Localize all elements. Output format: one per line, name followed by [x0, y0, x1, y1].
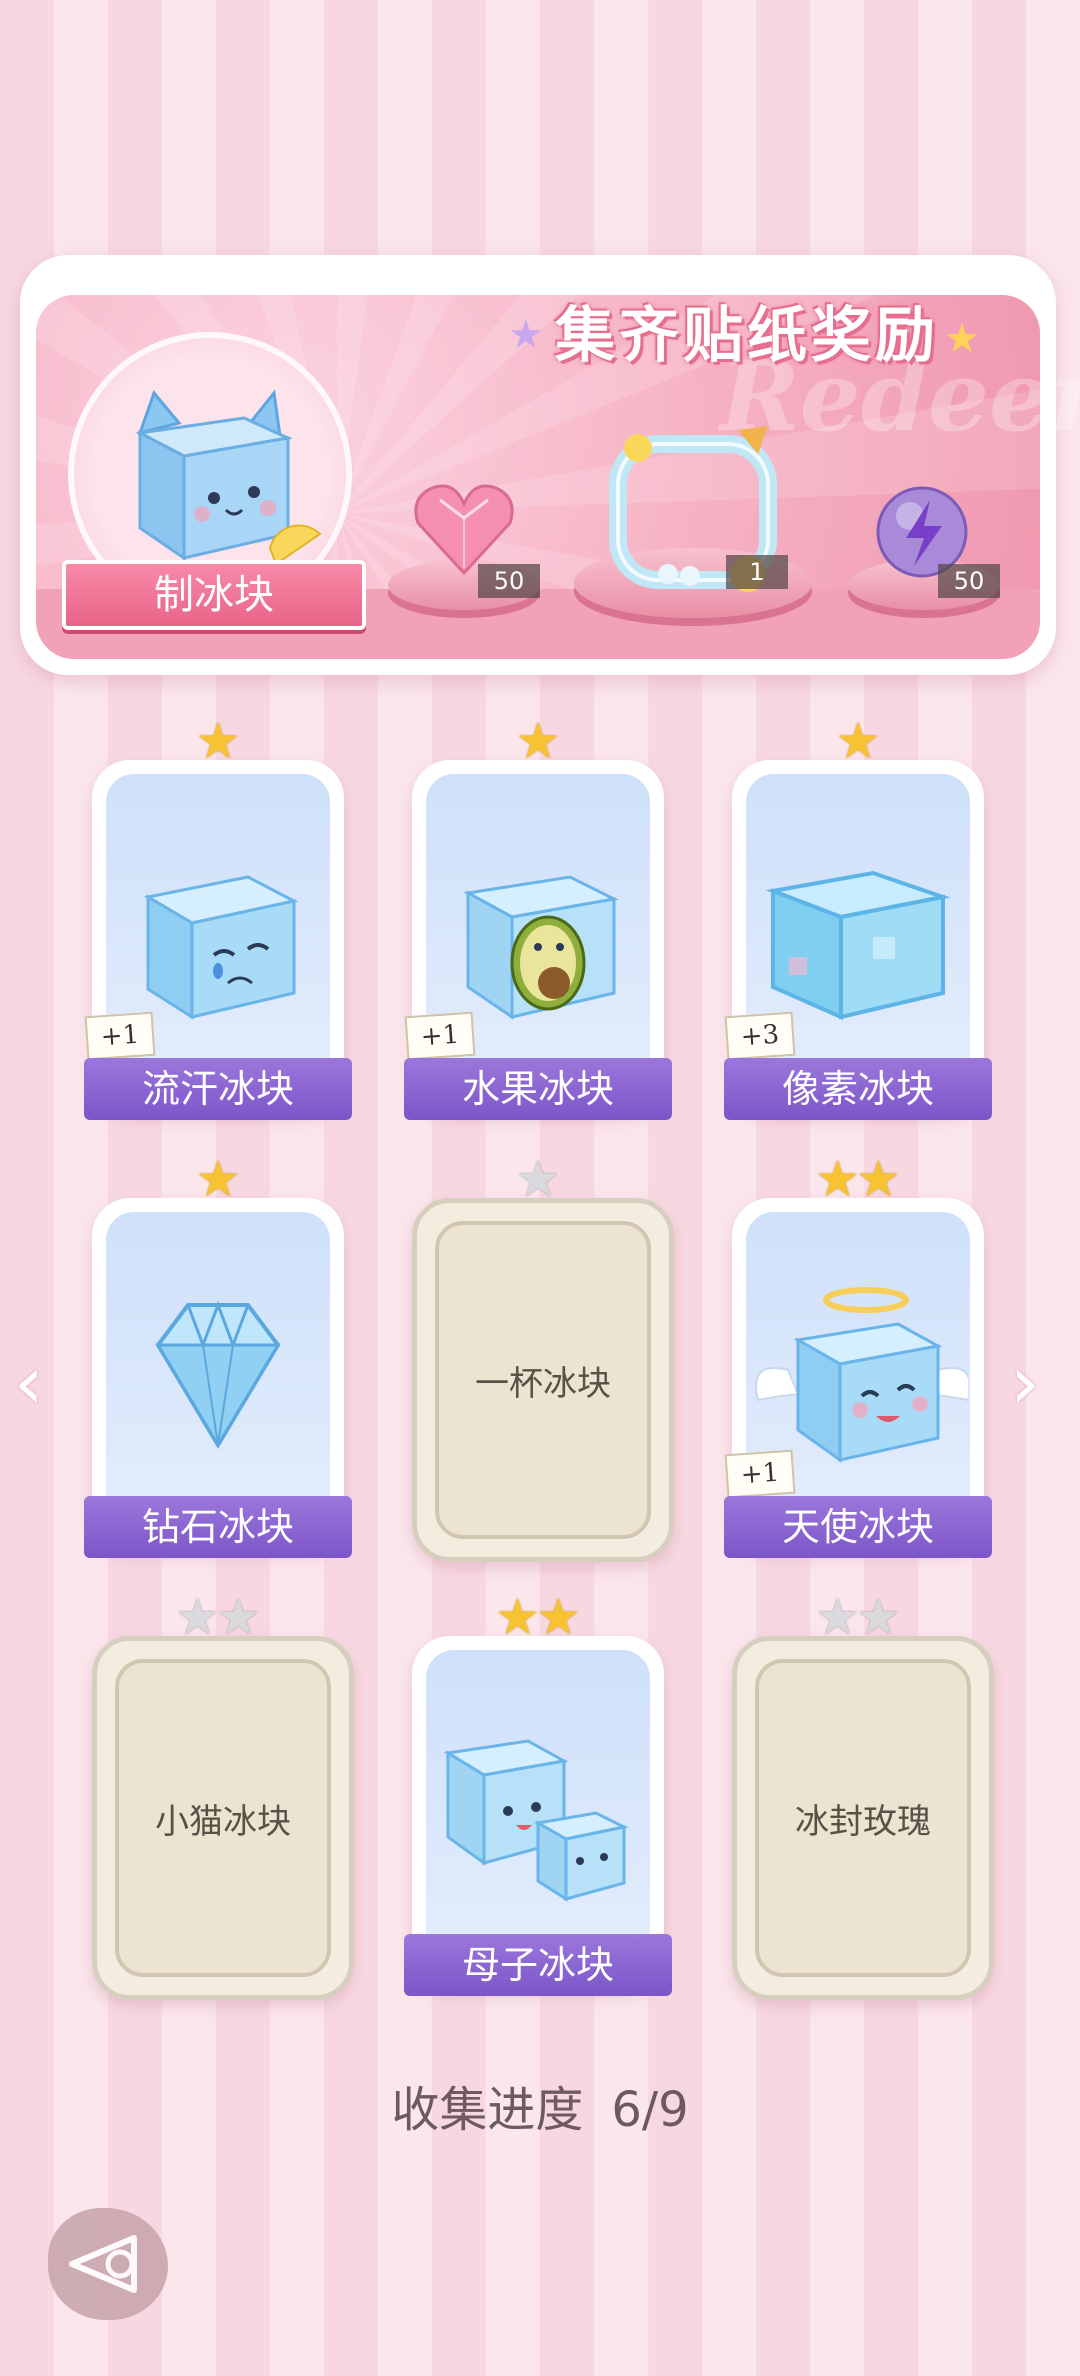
- extra-count-tag: +3: [724, 1011, 796, 1061]
- sticker-card-locked[interactable]: 小猫冰块: [92, 1636, 354, 2000]
- sticker-card[interactable]: +3 像素冰块: [724, 760, 992, 1120]
- sticker-card-locked[interactable]: 冰封玫瑰: [732, 1636, 994, 2000]
- card-name: 钻石冰块: [84, 1496, 352, 1558]
- sticker-card[interactable]: +1 水果冰块: [404, 760, 672, 1120]
- card-name: 冰封玫瑰: [795, 1801, 931, 1842]
- card-name: 天使冰块: [724, 1496, 992, 1558]
- sticker-card-locked[interactable]: 一杯冰块: [412, 1198, 674, 1562]
- maker-label[interactable]: 制冰块: [62, 560, 366, 630]
- angel-ice-cube-icon: [755, 1287, 968, 1463]
- sweating-ice-cube-icon: [143, 875, 299, 1020]
- yellow-star-icon: ★: [944, 316, 980, 362]
- extra-count-tag: +1: [84, 1011, 156, 1061]
- progress-value: 6/9: [611, 2082, 689, 2138]
- sticker-card[interactable]: 母子冰块: [404, 1636, 672, 1996]
- purple-star-icon: ★: [508, 312, 544, 358]
- collection-progress: 收集进度 6/9: [0, 2070, 1080, 2140]
- card-name: 小猫冰块: [155, 1801, 291, 1842]
- card-name: 一杯冰块: [475, 1363, 611, 1404]
- extra-count-tag: +1: [404, 1011, 476, 1061]
- card-name: 像素冰块: [724, 1058, 992, 1120]
- card-name: 水果冰块: [404, 1058, 672, 1120]
- sticker-card[interactable]: 钻石冰块: [84, 1198, 352, 1558]
- chevron-right-icon[interactable]: ›: [1010, 1340, 1040, 1426]
- card-name: 母子冰块: [404, 1934, 672, 1996]
- diamond-ice-icon: [155, 1300, 281, 1449]
- pink-heart-gem-icon: [414, 484, 514, 576]
- mother-child-ice-cubes-icon: [443, 1739, 629, 1902]
- avocado-ice-cube-icon: [463, 875, 619, 1020]
- back-arrow-icon: [69, 2235, 137, 2293]
- pixel-ice-cube-icon: [765, 870, 951, 1021]
- chevron-left-icon[interactable]: ‹: [14, 1340, 44, 1426]
- reward-count: 1: [726, 555, 788, 589]
- reward-count: 50: [938, 564, 1000, 598]
- banner-title: 集齐贴纸奖励: [555, 301, 939, 371]
- progress-label: 收集进度: [391, 2082, 584, 2138]
- card-name: 流汗冰块: [84, 1058, 352, 1120]
- back-button[interactable]: [48, 2208, 168, 2320]
- extra-count-tag: +1: [724, 1449, 796, 1499]
- sticker-card[interactable]: +1 流汗冰块: [84, 760, 352, 1120]
- reward-count: 50: [478, 564, 540, 598]
- sticker-card[interactable]: +1 天使冰块: [724, 1198, 992, 1558]
